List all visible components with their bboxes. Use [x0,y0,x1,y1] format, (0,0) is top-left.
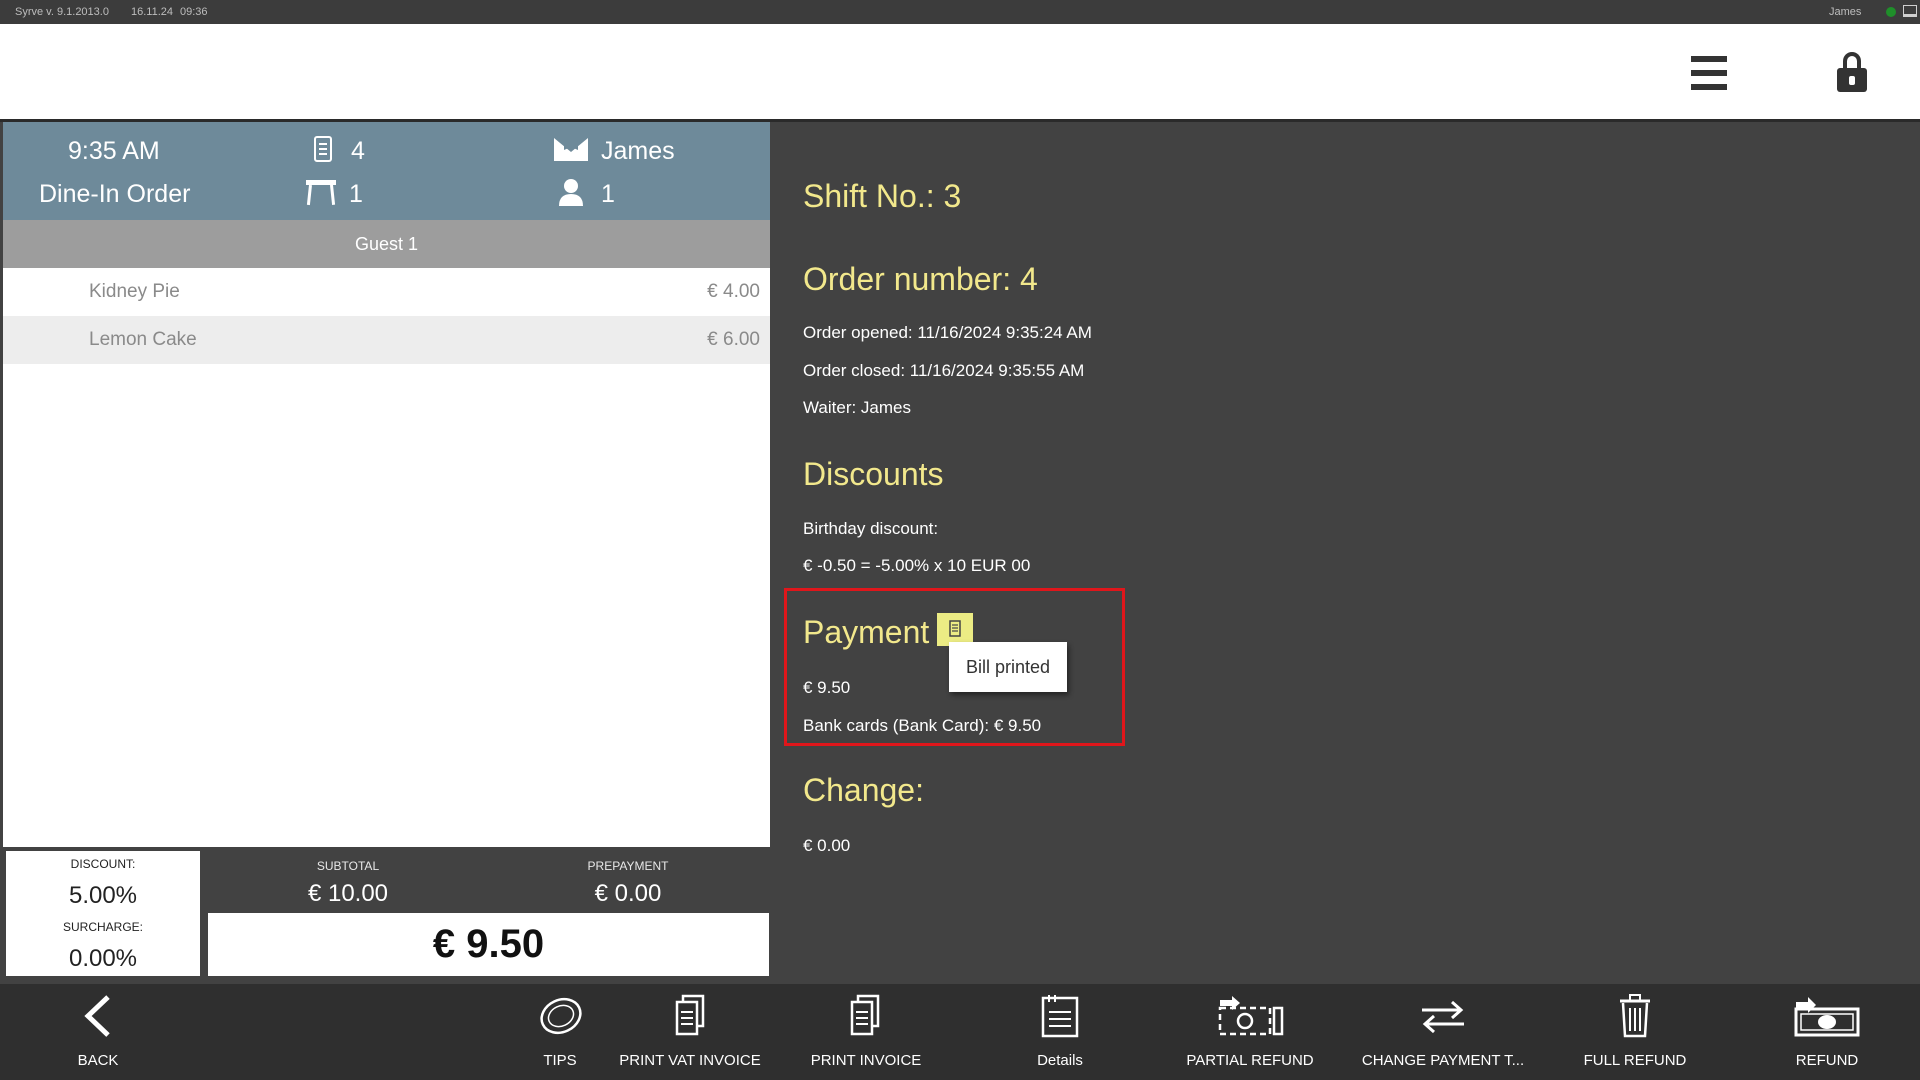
tips-button[interactable]: TIPS [520,984,600,1080]
menu-icon[interactable] [1691,56,1727,90]
item-price: € 4.00 [707,281,760,302]
discount-label: DISCOUNT: [70,857,136,871]
order-header: 9:35 AM Dine-In Order 4 1 James 1 [3,122,770,220]
discount-box: DISCOUNT: 5.00% SURCHARGE: 0.00% [6,851,200,976]
discounts-heading: Discounts [803,456,944,492]
order-time: 9:35 AM [68,137,160,165]
details-button[interactable]: Details [1000,984,1120,1080]
payment-heading: Payment [803,614,930,650]
surcharge-value: 0.00% [68,945,138,972]
refund-icon [1794,997,1860,1037]
payment-method: Bank cards (Bank Card): € 9.50 [803,716,1042,735]
discount-value: 5.00% [68,882,138,909]
tips-label: TIPS [543,1052,577,1069]
guest-header[interactable]: Guest 1 [3,220,770,268]
item-name: Kidney Pie [89,281,180,302]
full-refund-label: FULL REFUND [1583,1052,1687,1069]
order-type: Dine-In Order [39,180,191,208]
guest-count: 1 [601,180,615,208]
change-icon [1422,1000,1464,1034]
table-number: 1 [349,180,363,208]
refund-button[interactable]: REFUND [1770,984,1884,1080]
print-vat-invoice-label: PRINT VAT INVOICE [619,1052,761,1069]
back-button[interactable]: BACK [40,984,156,1080]
order-number: 4 [351,137,365,165]
window-minimize-icon[interactable] [1903,5,1917,17]
prepayment-label: PREPAYMENT [587,859,669,873]
change-payment-type-button[interactable]: CHANGE PAYMENT T... [1358,984,1528,1080]
discount-name: Birthday discount: [803,519,939,538]
waiter-name: James [601,137,675,165]
surcharge-label: SURCHARGE: [62,920,143,934]
partial-refund-icon [1218,996,1284,1036]
item-name: Lemon Cake [89,329,197,350]
partial-refund-button[interactable]: PARTIAL REFUND [1180,984,1320,1080]
lock-icon[interactable] [1837,52,1867,92]
trash-icon [1620,994,1650,1038]
person-icon [559,179,583,206]
bottom-toolbar: BACK TIPS PRINT VAT INVOICE PRINT INVOIC… [0,984,1920,1080]
shift-number: Shift No.: 3 [803,178,962,214]
app-header [0,24,1920,119]
order-panel: 9:35 AM Dine-In Order 4 1 James 1 Guest … [3,122,770,847]
title-bar: Syrve v. 9.1.2013.0 16.11.24 09:36 James [0,0,1920,24]
title-user: James [1829,6,1862,18]
discount-calculation: € -0.50 = -5.00% x 10 EUR 00 [803,556,1031,575]
receipt-icon [314,136,332,162]
app-version: Syrve v. 9.1.2013.0 [15,6,109,18]
print-invoice-label: PRINT INVOICE [810,1052,922,1069]
order-item[interactable]: Lemon Cake € 6.00 [3,316,770,364]
order-closed: Order closed: 11/16/2024 9:35:55 AM [803,361,1085,380]
order-waiter: Waiter: James [803,398,912,417]
partial-refund-label: PARTIAL REFUND [1186,1052,1314,1069]
change-amount: € 0.00 [803,836,851,855]
coin-icon [540,997,582,1035]
change-payment-type-label: CHANGE PAYMENT T... [1361,1052,1525,1069]
order-number-heading: Order number: 4 [803,261,1038,297]
refund-label: REFUND [1795,1052,1859,1069]
subtotal-label: SUBTOTAL [316,859,380,873]
waiter-icon [554,138,588,161]
print-invoice-button[interactable]: PRINT INVOICE [796,984,936,1080]
payment-amount: € 9.50 [803,678,851,697]
details-label: Details [1037,1052,1083,1069]
order-item[interactable]: Kidney Pie € 4.00 [3,268,770,316]
title-time: 09:36 [180,6,208,18]
back-label: BACK [77,1052,119,1069]
back-icon [84,995,110,1037]
order-total: € 9.50 [208,913,769,976]
order-opened: Order opened: 11/16/2024 9:35:24 AM [803,323,1092,342]
print-document-icon [675,994,705,1036]
title-date: 16.11.24 [131,6,174,18]
table-icon [306,180,336,206]
details-icon [1041,995,1079,1038]
change-heading: Change: [803,772,924,808]
status-indicator [1886,7,1896,17]
item-price: € 6.00 [707,329,760,350]
print-document-icon [850,994,880,1036]
subtotal-value: € 10.00 [307,880,389,907]
print-vat-invoice-button[interactable]: PRINT VAT INVOICE [610,984,770,1080]
prepayment-value: € 0.00 [594,880,662,907]
bill-printed-tooltip: Bill printed [949,642,1067,692]
full-refund-button[interactable]: FULL REFUND [1570,984,1700,1080]
